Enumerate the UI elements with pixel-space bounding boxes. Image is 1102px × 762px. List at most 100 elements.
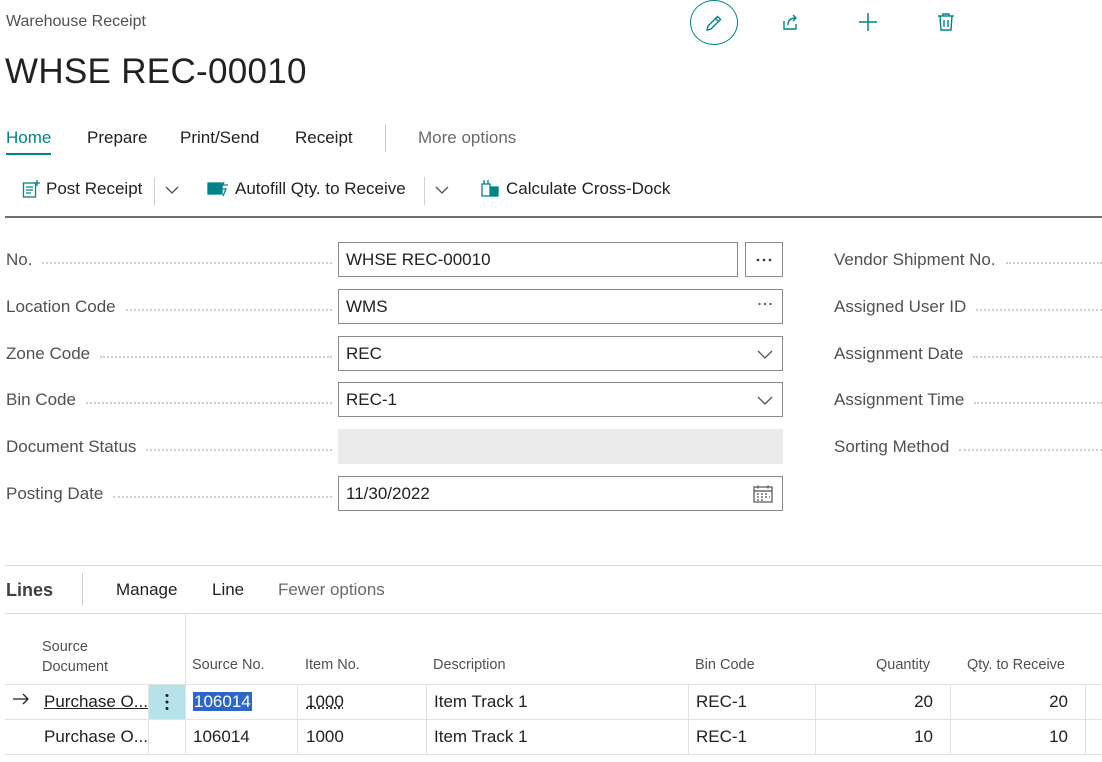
tab-receipt[interactable]: Receipt [295, 128, 353, 148]
no-field[interactable]: WHSE REC-00010 [338, 242, 738, 277]
document-status-label: Document Status [6, 437, 332, 457]
location-code-field[interactable]: WMS [338, 289, 783, 324]
more-icon[interactable] [757, 302, 773, 306]
item-no-cell[interactable]: 1000 [306, 692, 344, 712]
col-source-no[interactable]: Source No. [192, 655, 265, 675]
qty-to-receive-cell[interactable]: 10 [955, 727, 1068, 747]
menu-bar: Home Prepare Print/Send Receipt More opt… [0, 124, 600, 155]
post-receipt-icon [22, 179, 40, 199]
location-code-value: WMS [346, 297, 388, 316]
more-vertical-icon [165, 694, 169, 710]
chevron-down-icon [165, 186, 179, 194]
action-separator [424, 177, 425, 205]
source-document-link[interactable]: Purchase O... [44, 692, 148, 712]
assignment-date-label: Assignment Date [834, 344, 1102, 364]
row-actions-button[interactable] [149, 685, 185, 719]
cross-dock-icon [480, 179, 500, 199]
qty-to-receive-cell[interactable]: 20 [955, 692, 1068, 712]
source-no-cell[interactable]: 106014 [193, 692, 252, 712]
col-bin-code[interactable]: Bin Code [695, 655, 755, 675]
bin-code-cell[interactable]: REC-1 [696, 692, 747, 712]
chevron-down-icon [757, 346, 773, 362]
no-assist-button[interactable] [745, 242, 783, 277]
posting-date-label: Posting Date [6, 484, 332, 504]
sorting-method-label: Sorting Method [834, 437, 1102, 457]
chevron-down-icon [435, 186, 449, 194]
quantity-cell[interactable]: 20 [820, 692, 933, 712]
new-button[interactable] [852, 6, 884, 38]
bin-code-select[interactable]: REC-1 [338, 382, 783, 417]
col-quantity[interactable]: Quantity [820, 655, 930, 675]
post-receipt-label: Post Receipt [46, 179, 143, 198]
page-title: WHSE REC-00010 [5, 52, 307, 91]
action-separator [154, 177, 155, 205]
lines-tab-line[interactable]: Line [212, 580, 244, 600]
tab-print-send[interactable]: Print/Send [180, 128, 259, 148]
delete-icon [938, 13, 954, 31]
row-rule [5, 754, 1102, 755]
lines-separator [82, 573, 83, 605]
cross-dock-label: Calculate Cross-Dock [506, 179, 671, 198]
calculate-cross-dock-button[interactable]: Calculate Cross-Dock [480, 179, 670, 199]
col-qty-to-receive[interactable]: Qty. to Receive [950, 655, 1065, 675]
column-divider [688, 685, 689, 754]
vendor-shipment-no-label: Vendor Shipment No. [834, 250, 1102, 270]
menu-divider [385, 124, 386, 151]
bin-code-cell[interactable]: REC-1 [696, 727, 747, 747]
fewer-options-button[interactable]: Fewer options [278, 580, 385, 600]
post-receipt-dropdown[interactable] [164, 182, 180, 198]
quantity-cell[interactable]: 10 [820, 727, 933, 747]
more-options-button[interactable]: More options [418, 128, 516, 148]
source-no-value: 106014 [193, 692, 252, 711]
column-divider [1085, 685, 1086, 754]
edit-icon [706, 15, 722, 31]
lines-bottom-rule [5, 613, 1102, 614]
column-divider [297, 685, 298, 754]
assigned-user-id-label: Assigned User ID [834, 297, 1102, 317]
post-receipt-button[interactable]: Post Receipt [22, 179, 142, 199]
col-source-document[interactable]: Source Document [42, 637, 108, 677]
zone-code-select[interactable]: REC [338, 336, 783, 371]
posting-date-field[interactable]: 11/30/2022 [338, 476, 783, 511]
lines-title: Lines [6, 580, 54, 600]
current-row-arrow-icon [12, 692, 30, 706]
no-label: No. [6, 250, 332, 270]
col-item-no[interactable]: Item No. [305, 655, 360, 675]
action-bar: Post Receipt Autofill Qty. to Receive Ca… [0, 174, 1102, 208]
add-icon [859, 13, 877, 31]
location-code-label: Location Code [6, 297, 332, 317]
share-button[interactable] [774, 6, 806, 38]
column-divider [426, 685, 427, 754]
share-icon [783, 14, 797, 30]
lines-tab-manage[interactable]: Manage [116, 580, 177, 600]
source-document-cell[interactable]: Purchase O... [44, 727, 148, 747]
chevron-down-icon [757, 392, 773, 408]
column-divider [815, 685, 816, 754]
autofill-label: Autofill Qty. to Receive [235, 179, 406, 198]
assignment-time-label: Assignment Time [834, 390, 1102, 410]
tab-prepare[interactable]: Prepare [87, 128, 147, 148]
column-divider [950, 685, 951, 754]
description-cell[interactable]: Item Track 1 [434, 692, 528, 712]
document-status-field [338, 429, 783, 464]
row-rule [5, 719, 1102, 720]
autofill-icon [207, 180, 229, 198]
header-rule [5, 216, 1102, 218]
description-cell[interactable]: Item Track 1 [434, 727, 528, 747]
autofill-qty-button[interactable]: Autofill Qty. to Receive [207, 179, 406, 199]
zone-code-label: Zone Code [6, 344, 332, 364]
posting-date-value: 11/30/2022 [346, 484, 430, 503]
edit-button[interactable] [690, 0, 738, 45]
delete-button[interactable] [930, 6, 962, 38]
zone-code-value: REC [346, 344, 382, 363]
page-caption: Warehouse Receipt [6, 13, 146, 30]
col-description[interactable]: Description [433, 655, 506, 675]
autofill-dropdown[interactable] [434, 182, 450, 198]
item-no-cell[interactable]: 1000 [306, 727, 344, 747]
source-no-cell[interactable]: 106014 [193, 727, 250, 747]
calendar-icon[interactable] [753, 485, 773, 503]
more-icon [756, 258, 772, 261]
bin-code-value: REC-1 [346, 390, 398, 409]
lines-top-rule [5, 565, 1102, 566]
tab-home[interactable]: Home [6, 128, 52, 155]
